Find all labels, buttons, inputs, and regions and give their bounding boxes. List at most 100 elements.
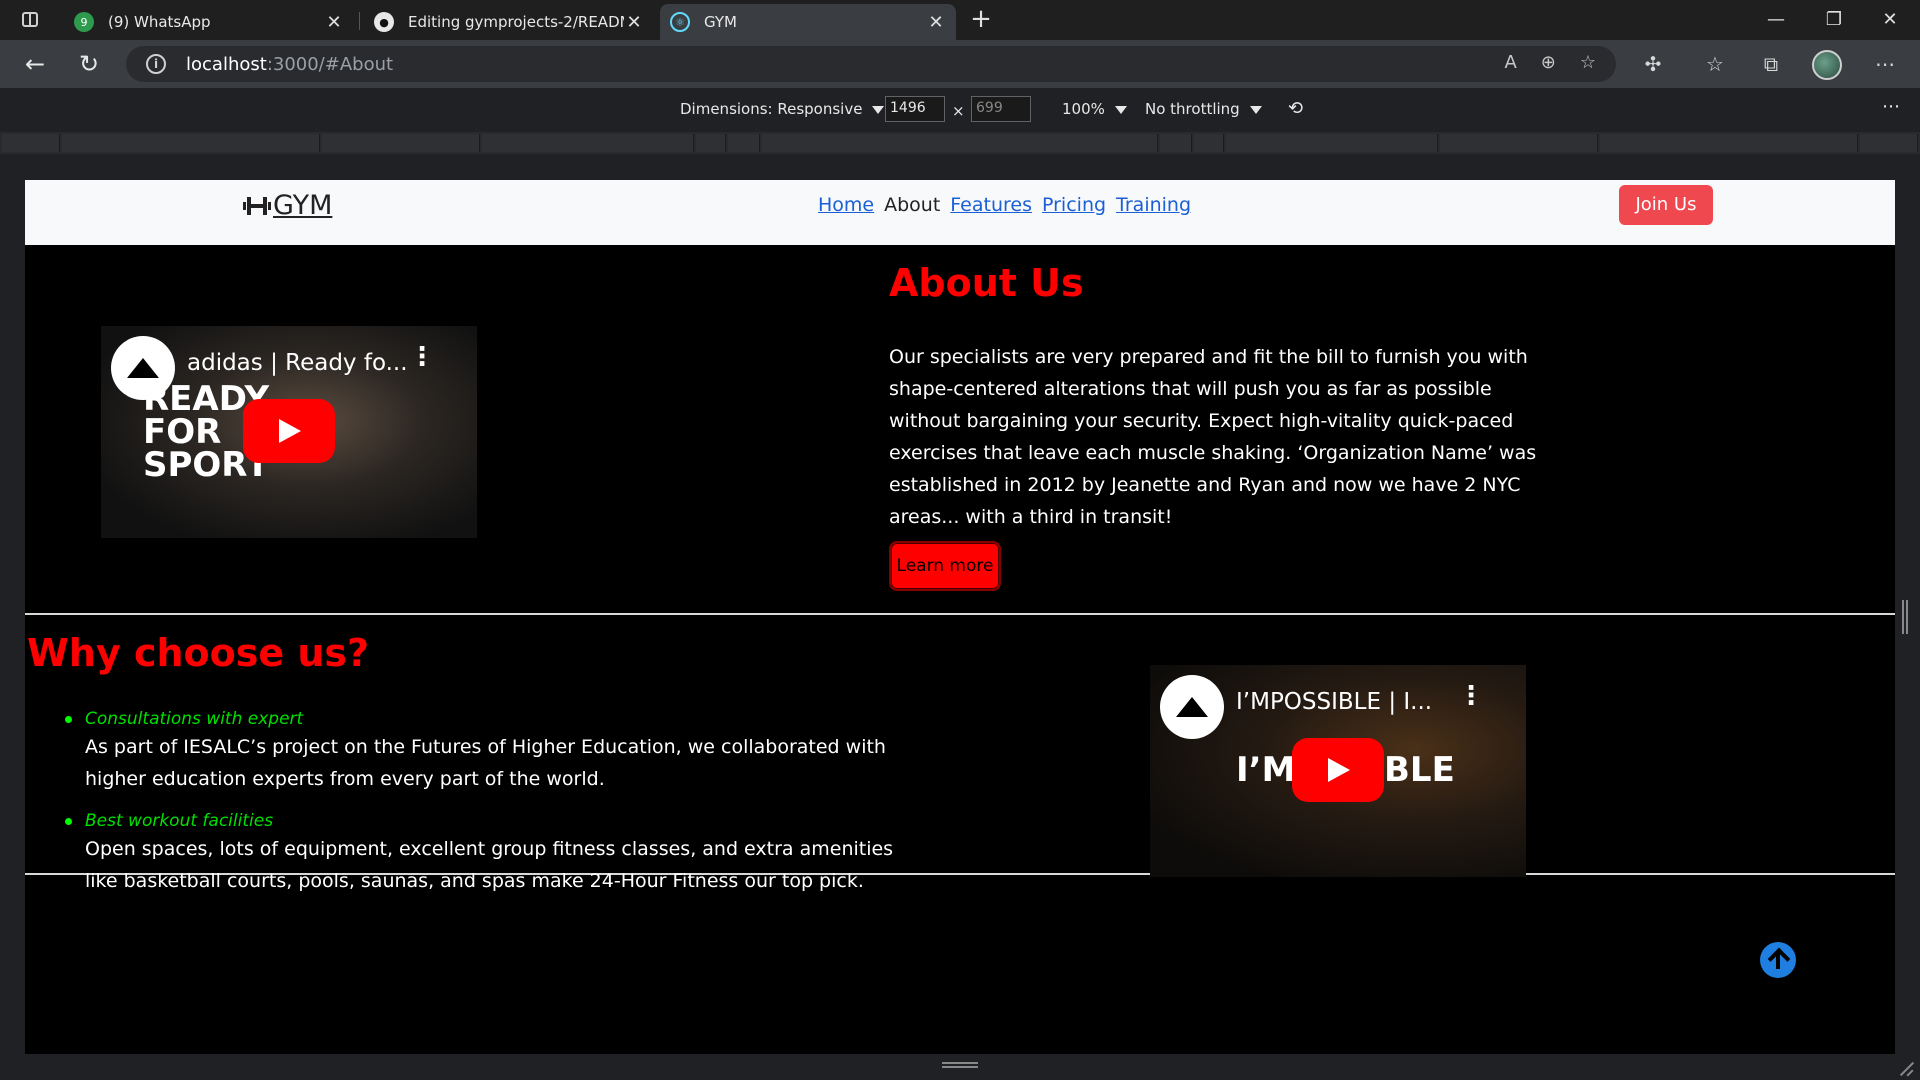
nav-link-about[interactable]: About: [884, 194, 940, 216]
ruler-segment[interactable]: [1194, 134, 1224, 152]
tab-separator: [359, 12, 360, 30]
brand-link[interactable]: GYM: [243, 190, 332, 221]
react-icon: ⚛: [670, 12, 690, 32]
site-navbar: GYM Home About Features Pricing Training…: [25, 180, 1895, 245]
dimensions-dropdown[interactable]: Dimensions: Responsive: [680, 100, 885, 118]
video-title[interactable]: adidas | Ready fo...: [187, 350, 408, 376]
settings-menu-icon[interactable]: ⋯: [1870, 50, 1900, 78]
list-item: Consultations with expert As part of IES…: [65, 707, 905, 795]
ruler-segment[interactable]: [1440, 134, 1598, 152]
video-overlay-right: BLE: [1384, 750, 1455, 790]
times-symbol: ×: [952, 102, 965, 120]
chevron-down-icon: [1114, 105, 1127, 114]
ruler-segment[interactable]: [1226, 134, 1438, 152]
rotate-icon[interactable]: ⟲: [1288, 98, 1303, 119]
adidas-logo-icon[interactable]: [1160, 675, 1224, 739]
learn-more-button[interactable]: Learn more: [889, 541, 1001, 591]
omnibox-actions: A ⊕ ☆: [1504, 52, 1596, 73]
back-icon[interactable]: ←: [20, 50, 50, 78]
zoom-dropdown[interactable]: 100%: [1062, 100, 1127, 118]
about-section: adidas | Ready fo... ⋮ READY FOR SPORT A…: [25, 245, 1895, 615]
list-item-heading: Consultations with expert: [85, 709, 304, 729]
tab-title: Editing gymprojects-2/README.md: [408, 13, 624, 31]
why-list: Consultations with expert As part of IES…: [65, 707, 905, 911]
list-item-heading: Best workout facilities: [85, 811, 274, 831]
restore-icon[interactable]: ❐: [1806, 4, 1862, 36]
ruler-segment[interactable]: [728, 134, 760, 152]
ruler-segment[interactable]: [696, 134, 726, 152]
resize-handle-bottom[interactable]: [942, 1062, 978, 1068]
extensions-icon[interactable]: ✣: [1638, 50, 1668, 78]
nav-links: Home About Features Pricing Training: [818, 194, 1191, 216]
zoom-icon[interactable]: ⊕: [1541, 52, 1556, 73]
video-overlay-left: I’M: [1236, 750, 1296, 790]
nav-link-training[interactable]: Training: [1116, 194, 1191, 216]
ruler-segment[interactable]: [322, 134, 480, 152]
video-menu-icon[interactable]: ⋮: [409, 344, 435, 370]
ruler-segment[interactable]: [1600, 134, 1858, 152]
page-viewport: GYM Home About Features Pricing Training…: [25, 180, 1895, 1054]
address-bar: ← ↻ i localhost:3000/#About A ⊕ ☆ ✣ ☆ ⧉ …: [0, 40, 1920, 88]
reload-icon[interactable]: ↻: [74, 50, 104, 78]
play-button-icon[interactable]: [243, 399, 335, 463]
height-input[interactable]: 699: [971, 96, 1031, 122]
tab-whatsapp[interactable]: 9 (9) WhatsApp ✕: [64, 4, 354, 40]
throttling-dropdown[interactable]: No throttling: [1145, 100, 1262, 118]
tab-actions-icon[interactable]: [16, 8, 44, 32]
ruler-segment[interactable]: [62, 134, 320, 152]
close-tab-icon[interactable]: ✕: [624, 12, 644, 33]
new-tab-icon[interactable]: +: [966, 6, 996, 34]
tab-bar: 9 (9) WhatsApp ✕ ● Editing gymprojects-2…: [0, 0, 1920, 40]
nav-link-home[interactable]: Home: [818, 194, 874, 216]
ruler-segment[interactable]: [1160, 134, 1192, 152]
close-tab-icon[interactable]: ✕: [324, 12, 344, 33]
ruler-segment[interactable]: [482, 134, 694, 152]
site-info-icon[interactable]: i: [146, 54, 166, 74]
video-title[interactable]: I’MPOSSIBLE | I...: [1236, 689, 1432, 715]
url-input[interactable]: i localhost:3000/#About A ⊕ ☆: [126, 46, 1616, 82]
devtools-more-icon[interactable]: ⋯: [1882, 96, 1900, 117]
about-title: About Us: [889, 261, 1084, 305]
read-aloud-icon[interactable]: A: [1504, 52, 1516, 73]
ruler-segment[interactable]: [2, 134, 60, 152]
scroll-to-top-icon[interactable]: [1760, 942, 1796, 978]
video-menu-icon[interactable]: ⋮: [1458, 683, 1484, 709]
list-item: Best workout facilities Open spaces, lot…: [65, 809, 905, 897]
about-video-embed[interactable]: adidas | Ready fo... ⋮ READY FOR SPORT: [101, 326, 477, 538]
nav-link-features[interactable]: Features: [950, 194, 1032, 216]
profile-avatar[interactable]: [1812, 50, 1842, 80]
list-item-body: Open spaces, lots of equipment, excellen…: [85, 838, 894, 892]
add-favorite-icon[interactable]: ☆: [1580, 52, 1596, 73]
why-section: Why choose us? Consultations with expert…: [25, 617, 1895, 892]
media-query-ruler: [0, 132, 1920, 154]
nav-link-pricing[interactable]: Pricing: [1042, 194, 1106, 216]
close-tab-icon[interactable]: ✕: [926, 12, 946, 33]
video-overlay-line: FOR: [143, 412, 222, 452]
url-host: localhost: [186, 54, 267, 75]
dimensions-label: Dimensions: Responsive: [680, 100, 863, 118]
zoom-label: 100%: [1062, 100, 1105, 118]
play-button-icon[interactable]: [1292, 738, 1384, 802]
join-us-button[interactable]: Join Us: [1619, 185, 1713, 225]
tab-title: GYM: [704, 13, 737, 31]
resize-handle-right[interactable]: [1902, 600, 1908, 634]
width-input[interactable]: 1496: [885, 96, 945, 122]
chevron-down-icon: [872, 105, 885, 114]
list-item-body: As part of IESALC’s project on the Futur…: [85, 736, 886, 790]
tab-github[interactable]: ● Editing gymprojects-2/README.md ✕: [364, 4, 654, 40]
tab-gym[interactable]: ⚛ GYM ✕: [660, 4, 956, 40]
resize-handle-corner[interactable]: [1900, 1060, 1916, 1076]
ruler-segment[interactable]: [1860, 134, 1918, 152]
why-video-embed[interactable]: I’MPOSSIBLE | I... ⋮ I’M BLE: [1150, 665, 1526, 877]
close-window-icon[interactable]: ✕: [1862, 4, 1918, 36]
tab-title: (9) WhatsApp: [108, 13, 211, 31]
brand-name: GYM: [273, 190, 333, 221]
about-description: Our specialists are very prepared and fi…: [889, 346, 1537, 528]
minimize-icon[interactable]: —: [1748, 4, 1804, 36]
github-icon: ●: [374, 12, 394, 32]
favorites-icon[interactable]: ☆: [1700, 50, 1730, 78]
why-title: Why choose us?: [27, 631, 370, 675]
ruler-segment[interactable]: [762, 134, 1158, 152]
collections-icon[interactable]: ⧉: [1756, 50, 1786, 78]
whatsapp-icon: 9: [74, 12, 94, 32]
